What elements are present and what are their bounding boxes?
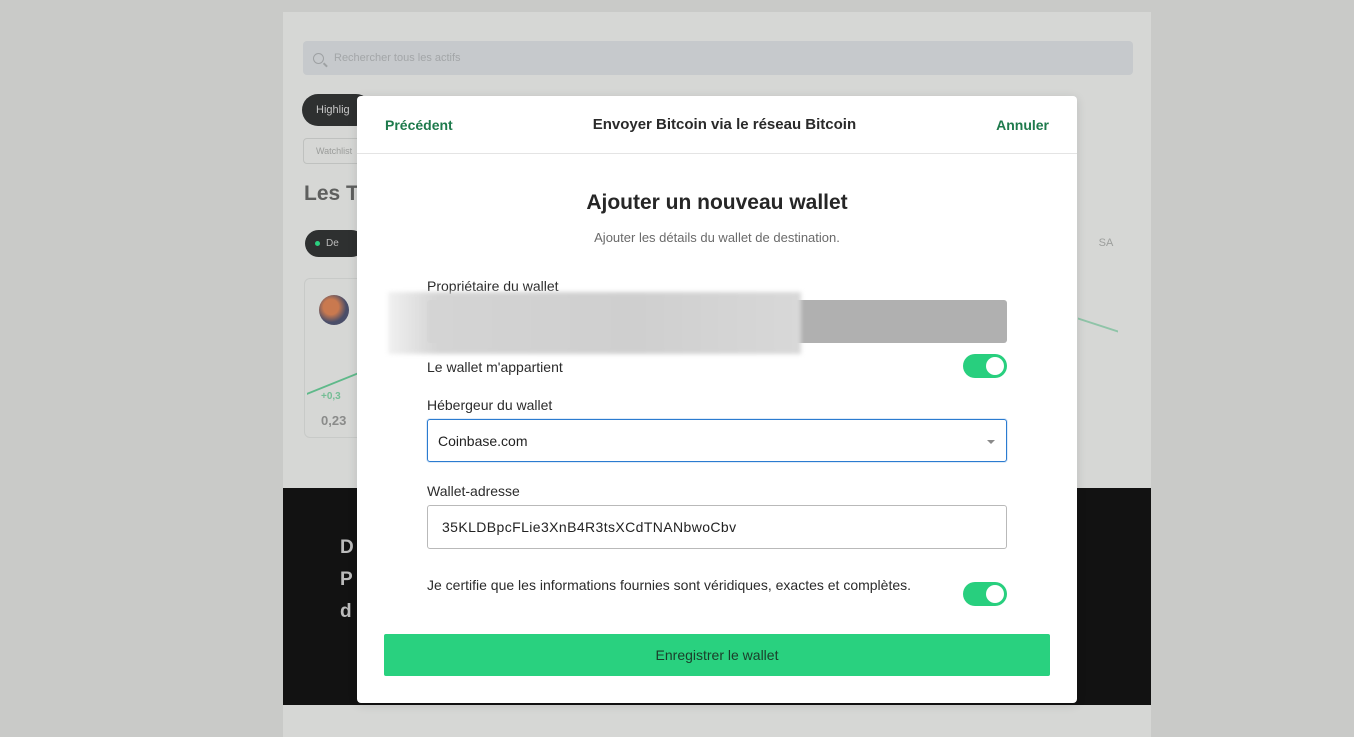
certify-toggle[interactable]	[963, 582, 1007, 606]
banner-line: d	[340, 601, 352, 622]
modal-header-title: Envoyer Bitcoin via le réseau Bitcoin	[592, 116, 857, 133]
wallet-host-value: Coinbase.com	[438, 432, 528, 449]
background-search-placeholder: Rechercher tous les actifs	[334, 52, 461, 64]
chevron-down-icon	[987, 440, 995, 444]
redaction-blur	[388, 292, 801, 354]
background-right-pill: SA	[1098, 237, 1114, 249]
own-wallet-toggle[interactable]	[963, 354, 1007, 378]
search-icon	[313, 52, 324, 64]
save-wallet-button[interactable]: Enregistrer le wallet	[384, 634, 1050, 676]
back-button[interactable]: Précédent	[385, 117, 453, 133]
certify-label: Je certifie que les informations fournie…	[427, 577, 912, 593]
add-wallet-modal: Précédent Envoyer Bitcoin via le réseau …	[357, 96, 1077, 703]
background-heading: Les T	[304, 182, 359, 205]
background-status-label: De	[326, 238, 339, 249]
banner-line: D	[340, 537, 354, 558]
own-wallet-label: Le wallet m'appartient	[427, 359, 563, 375]
background-card-price: 0,23	[321, 413, 347, 428]
toggle-knob	[986, 585, 1004, 603]
background-banner-text: D P d	[340, 532, 354, 628]
background-search-bar: Rechercher tous les actifs	[303, 41, 1133, 75]
background-card-change: +0,3	[321, 391, 341, 402]
modal-subtitle: Ajouter les détails du wallet de destina…	[594, 230, 840, 245]
background-sparkline-right	[1078, 317, 1118, 345]
host-label: Hébergeur du wallet	[427, 397, 553, 413]
address-label: Wallet-adresse	[427, 483, 520, 499]
wallet-address-input[interactable]	[427, 505, 1007, 549]
background-chip: Watchlist	[303, 138, 363, 164]
asset-avatar	[319, 295, 349, 325]
modal-title: Ajouter un nouveau wallet	[586, 191, 848, 214]
banner-line: P	[340, 569, 353, 590]
wallet-host-select[interactable]: Coinbase.com	[427, 419, 1007, 462]
cancel-button[interactable]: Annuler	[996, 117, 1049, 133]
modal-header: Précédent Envoyer Bitcoin via le réseau …	[357, 96, 1077, 154]
status-dot-icon	[315, 240, 320, 246]
sparkline	[307, 348, 361, 395]
background-status-pill: De	[305, 230, 365, 257]
toggle-knob	[986, 357, 1004, 375]
background-asset-card: +0,3 0,23	[304, 278, 364, 438]
